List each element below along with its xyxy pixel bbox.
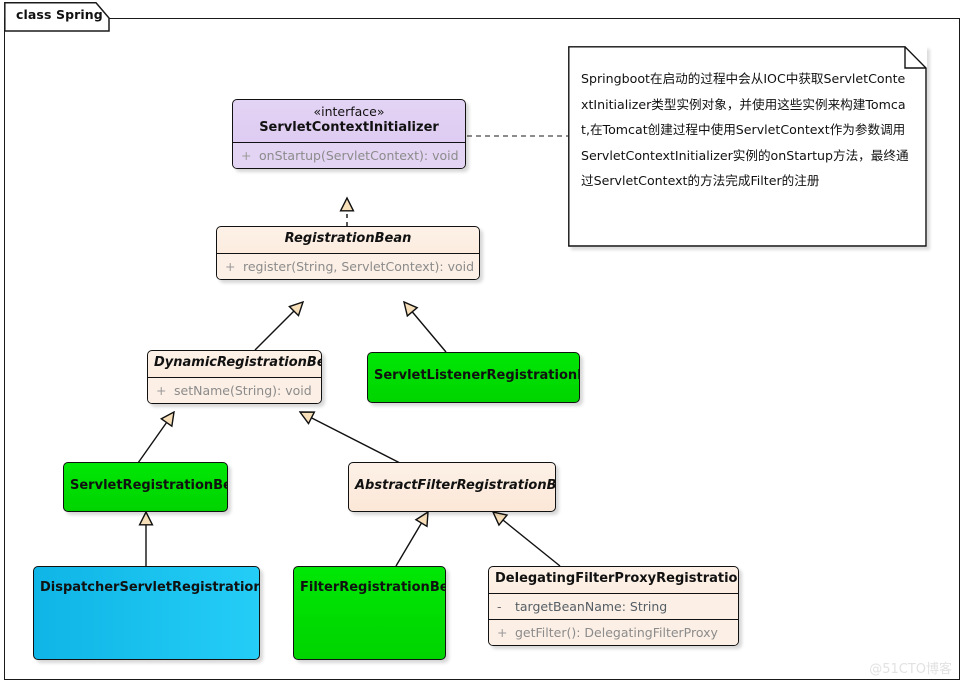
class-member-register: + register(String, ServletContext): void — [217, 253, 479, 279]
class-box-dynamicregistrationbean[interactable]: DynamicRegistrationBean + setName(String)… — [147, 350, 322, 404]
member-visibility: + — [225, 258, 236, 274]
diagram-title-label: class Spring — [16, 7, 103, 22]
member-signature: register(String, ServletContext): void — [243, 258, 475, 274]
class-name-abstractfilterregistrationbean: AbstractFilterRegistrationBean — [355, 478, 556, 493]
class-member-targetbeanname: - targetBeanName: String — [489, 593, 738, 619]
class-name-dynamicregistrationbean: DynamicRegistrationBean — [154, 355, 321, 370]
class-name-servletregistrationbean: ServletRegistrationBean — [70, 478, 227, 493]
class-box-servletlistenerregistrationbean[interactable]: ServletListenerRegistrationBean — [367, 352, 580, 403]
watermark: @51CTO博客 — [869, 662, 952, 677]
class-box-servletcontextinitializer[interactable]: «interface» ServletContextInitializer + o… — [232, 99, 466, 169]
class-box-servletregistrationbean[interactable]: ServletRegistrationBean — [63, 462, 228, 512]
member-signature: targetBeanName: String — [515, 598, 668, 614]
class-box-registrationbean[interactable]: RegistrationBean + register(String, Servl… — [216, 226, 480, 280]
class-name-delegatingfilterproxyregistrationbean: DelegatingFilterProxyRegistrationBean — [495, 571, 738, 586]
member-visibility: + — [497, 624, 508, 640]
class-box-filterregistrationbean[interactable]: FilterRegistrationBean — [293, 566, 446, 660]
member-visibility: + — [156, 382, 167, 398]
class-name-filterregistrationbean: FilterRegistrationBean — [300, 580, 445, 595]
member-signature: getFilter(): DelegatingFilterProxy — [515, 624, 718, 640]
member-signature: onStartup(ServletContext): void — [259, 147, 459, 163]
member-signature: setName(String): void — [174, 382, 312, 398]
uml-class-diagram: class Spring «interface» ServletContextI… — [0, 0, 966, 686]
class-member-getfilter: + getFilter(): DelegatingFilterProxy — [489, 619, 738, 645]
class-box-dispatcherservletregistrationbean[interactable]: DispatcherServletRegistrationBean — [33, 566, 260, 660]
class-member-setname: + setName(String): void — [148, 377, 321, 403]
note-box[interactable]: Springboot在启动的过程中会从IOC中获取ServletContextI… — [568, 46, 927, 247]
class-name-servletcontextinitializer: ServletContextInitializer — [259, 120, 439, 135]
class-name-servletlistenerregistrationbean: ServletListenerRegistrationBean — [374, 368, 579, 383]
class-member-onstartup: + onStartup(ServletContext): void — [233, 142, 465, 168]
class-header-servletcontextinitializer: «interface» ServletContextInitializer — [233, 100, 465, 142]
class-name-registrationbean: RegistrationBean — [284, 231, 412, 246]
class-stereotype-servletcontextinitializer: «interface» — [313, 104, 385, 119]
member-visibility: + — [241, 147, 252, 163]
note-text: Springboot在启动的过程中会从IOC中获取ServletContextI… — [581, 71, 909, 188]
class-name-dispatcherservletregistrationbean: DispatcherServletRegistrationBean — [40, 580, 259, 595]
member-visibility: - — [497, 598, 502, 614]
class-box-delegatingfilterproxyregistrationbean[interactable]: DelegatingFilterProxyRegistrationBean -t… — [488, 566, 739, 646]
class-box-abstractfilterregistrationbean[interactable]: AbstractFilterRegistrationBean — [348, 462, 556, 512]
